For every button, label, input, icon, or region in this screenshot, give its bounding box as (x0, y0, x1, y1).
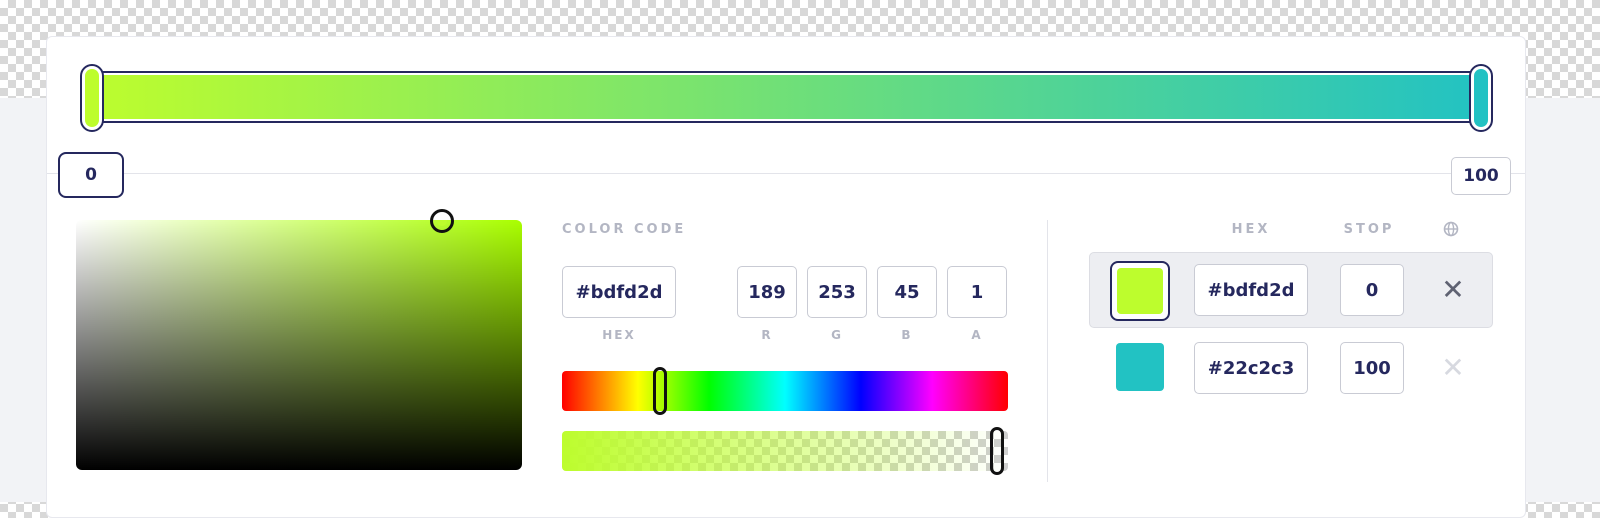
stop-color-fill (85, 69, 99, 127)
hex-input[interactable]: #bdfd2d (562, 266, 676, 318)
stop-swatch[interactable] (1116, 343, 1164, 391)
red-input-label: R (761, 328, 773, 342)
blue-input[interactable]: 45 (877, 266, 937, 318)
stop-hex-input[interactable]: #bdfd2d (1194, 264, 1308, 316)
stop-position-label-end[interactable]: 100 (1451, 157, 1511, 195)
alpha-input[interactable]: 1 (947, 266, 1007, 318)
hex-input-label: HEX (602, 328, 636, 342)
hue-slider-thumb[interactable] (653, 367, 668, 415)
alpha-slider[interactable] (562, 431, 1008, 471)
stop-color-fill (1474, 69, 1488, 127)
red-input[interactable]: 189 (737, 266, 797, 318)
gradient-stop-handle-start[interactable] (80, 64, 104, 132)
stops-hex-header: HEX (1231, 222, 1271, 237)
stop-swatch-selected[interactable] (1110, 261, 1170, 321)
stop-hex-input[interactable]: #22c2c3 (1194, 342, 1308, 394)
gradient-preview-bar[interactable] (86, 71, 1486, 123)
green-input-label: G (831, 328, 843, 342)
column-divider (1047, 220, 1048, 482)
divider (47, 173, 1525, 174)
swatch-color (1117, 268, 1163, 314)
close-icon[interactable]: ✕ (1439, 276, 1467, 304)
gradient-stop-handle-end[interactable] (1469, 64, 1493, 132)
close-icon[interactable]: ✕ (1439, 354, 1467, 382)
alpha-input-label: A (971, 328, 983, 342)
stop-position-input[interactable]: 0 (1340, 264, 1404, 316)
hue-slider[interactable] (562, 371, 1008, 411)
cursor-color-dot (437, 220, 447, 226)
globe-icon (1443, 221, 1459, 237)
green-input[interactable]: 253 (807, 266, 867, 318)
stops-stop-header: STOP (1343, 222, 1395, 237)
stop-position-label-start[interactable]: 0 (58, 152, 124, 198)
stop-position-input[interactable]: 100 (1340, 342, 1404, 394)
saturation-picker-cursor[interactable] (430, 209, 454, 233)
color-code-heading: COLOR CODE (562, 222, 687, 237)
saturation-value-picker[interactable] (76, 220, 522, 470)
alpha-slider-thumb[interactable] (990, 427, 1004, 475)
blue-input-label: B (901, 328, 913, 342)
